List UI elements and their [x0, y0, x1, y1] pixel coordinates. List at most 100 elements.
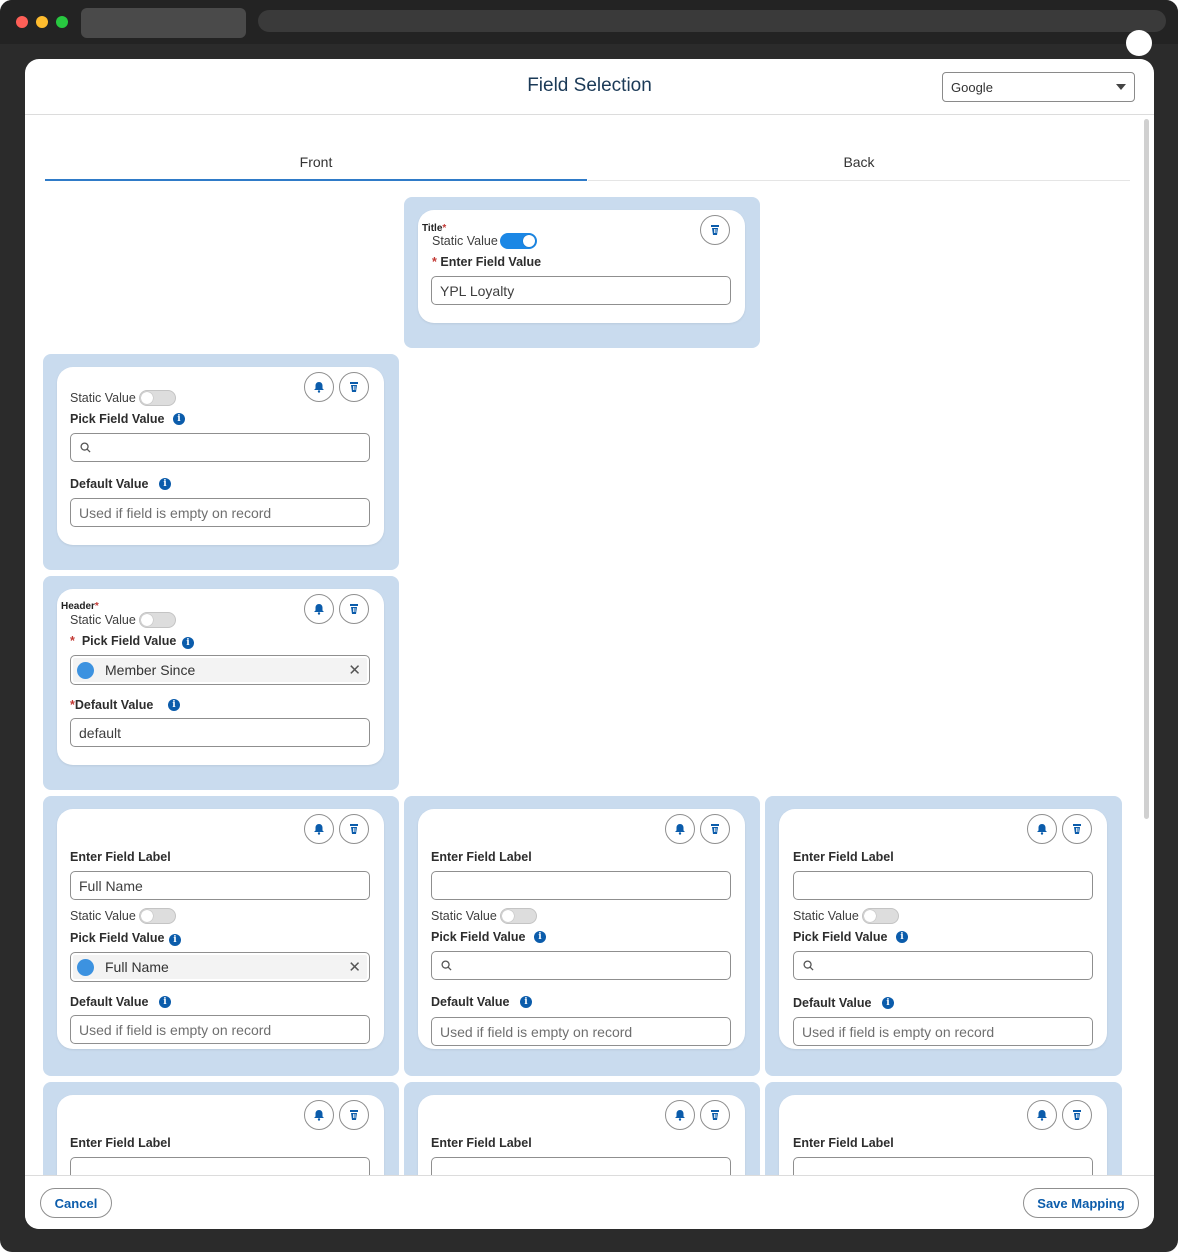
search-icon	[803, 960, 814, 971]
delete-button[interactable]	[700, 814, 730, 844]
static-value-toggle[interactable]	[139, 390, 176, 406]
static-value-toggle[interactable]	[139, 612, 176, 628]
field-block: Enter Field Label Static Value Pick Fiel…	[765, 796, 1122, 1076]
picked-field-pill[interactable]: Full Name ✕	[70, 952, 370, 982]
platform-select[interactable]: Google	[942, 72, 1135, 102]
pick-field-search-input[interactable]	[70, 433, 370, 462]
info-icon[interactable]: i	[182, 637, 194, 649]
chevron-down-icon	[1116, 84, 1126, 90]
field-label-input[interactable]: Full Name	[70, 871, 370, 900]
delete-button[interactable]	[339, 594, 369, 624]
field-card: Static Value Pick Field Value i Default …	[57, 367, 384, 545]
tab-front[interactable]: Front	[45, 149, 587, 181]
cancel-button[interactable]: Cancel	[40, 1188, 112, 1218]
delete-button[interactable]	[700, 1100, 730, 1130]
static-value-toggle[interactable]	[139, 908, 176, 924]
bell-icon	[314, 604, 324, 615]
field-label-input[interactable]	[793, 871, 1093, 900]
save-mapping-button[interactable]: Save Mapping	[1023, 1188, 1139, 1218]
search-icon	[441, 960, 452, 971]
trash-icon	[711, 824, 719, 834]
field-label-input[interactable]	[431, 871, 731, 900]
default-value-input[interactable]: Used if field is empty on record	[70, 1015, 370, 1044]
notify-button[interactable]	[304, 814, 334, 844]
trash-icon	[711, 1110, 719, 1120]
info-icon[interactable]: i	[168, 699, 180, 711]
notify-button[interactable]	[665, 1100, 695, 1130]
bell-icon	[675, 824, 685, 835]
pick-field-search-input[interactable]	[431, 951, 731, 980]
delete-button[interactable]	[339, 372, 369, 402]
close-icon[interactable]: ✕	[348, 661, 361, 679]
modal-header: Field Selection Google	[25, 59, 1154, 115]
info-icon[interactable]: i	[173, 413, 185, 425]
default-value-label: Default Value	[431, 995, 510, 1009]
field-label-label: Enter Field Label	[793, 1136, 894, 1150]
static-value-toggle[interactable]	[500, 233, 537, 249]
scrollbar-thumb[interactable]	[1144, 119, 1149, 819]
pick-field-value-label: Pick Field Value	[431, 930, 526, 944]
bell-icon	[1037, 1110, 1047, 1121]
trash-icon	[350, 382, 358, 392]
info-icon[interactable]: i	[520, 996, 532, 1008]
picked-field-pill[interactable]: Member Since ✕	[70, 655, 370, 685]
search-icon	[80, 442, 91, 453]
notify-button[interactable]	[304, 372, 334, 402]
bell-icon	[1037, 824, 1047, 835]
default-value-label: Default Value	[793, 996, 872, 1010]
browser-tab[interactable]	[81, 8, 246, 38]
notify-button[interactable]	[665, 814, 695, 844]
notify-button[interactable]	[1027, 1100, 1057, 1130]
picked-field-name: Member Since	[105, 662, 196, 678]
app-window: Field Selection Google Front Back Title*…	[0, 0, 1178, 1252]
tab-back[interactable]: Back	[588, 149, 1130, 181]
info-icon[interactable]: i	[882, 997, 894, 1009]
window-maximize-button[interactable]	[56, 16, 68, 28]
default-value-input[interactable]: Used if field is empty on record	[431, 1017, 731, 1046]
trash-icon	[350, 1110, 358, 1120]
info-icon[interactable]: i	[169, 934, 181, 946]
pick-field-search-input[interactable]	[793, 951, 1093, 980]
delete-button[interactable]	[1062, 814, 1092, 844]
header-field-card: Header* Static Value * Pick Field Value …	[57, 589, 384, 765]
field-label-label: Enter Field Label	[793, 850, 894, 864]
delete-button[interactable]	[339, 814, 369, 844]
window-close-button[interactable]	[16, 16, 28, 28]
delete-button[interactable]	[339, 1100, 369, 1130]
bell-icon	[314, 382, 324, 393]
title-field-card: Title* Static Value * Enter Field Value …	[418, 210, 745, 323]
bell-icon	[314, 1110, 324, 1121]
info-icon[interactable]: i	[534, 931, 546, 943]
delete-button[interactable]	[700, 215, 730, 245]
address-bar[interactable]	[258, 10, 1166, 32]
window-minimize-button[interactable]	[36, 16, 48, 28]
modal-close-button[interactable]	[1126, 30, 1152, 56]
static-value-toggle[interactable]	[862, 908, 899, 924]
notify-button[interactable]	[304, 1100, 334, 1130]
static-value-label: Static Value	[70, 909, 136, 923]
delete-button[interactable]	[1062, 1100, 1092, 1130]
notify-button[interactable]	[1027, 814, 1057, 844]
field-block: Enter Field Label Full Name Static Value…	[43, 796, 399, 1076]
static-value-label: Static Value	[432, 234, 498, 248]
static-value-toggle[interactable]	[500, 908, 537, 924]
info-icon[interactable]: i	[896, 931, 908, 943]
info-icon[interactable]: i	[159, 996, 171, 1008]
default-value-input[interactable]: default	[70, 718, 370, 747]
pick-field-value-label: Pick Field Value	[793, 930, 888, 944]
default-value-input[interactable]: Used if field is empty on record	[70, 498, 370, 527]
trash-icon	[1073, 1110, 1081, 1120]
platform-select-value: Google	[951, 80, 993, 95]
field-selection-modal: Field Selection Google Front Back Title*…	[25, 59, 1154, 1229]
field-card: Enter Field Label Static Value Pick Fiel…	[779, 809, 1107, 1049]
static-value-label: Static Value	[431, 909, 497, 923]
info-icon[interactable]: i	[159, 478, 171, 490]
field-value-input[interactable]: YPL Loyalty	[431, 276, 731, 305]
pick-field-value-label: Pick Field Value	[70, 931, 165, 945]
close-icon[interactable]: ✕	[348, 958, 361, 976]
section-label: Title*	[422, 223, 447, 234]
notify-button[interactable]	[304, 594, 334, 624]
default-value-input[interactable]: Used if field is empty on record	[793, 1017, 1093, 1046]
field-label-label: Enter Field Label	[70, 1136, 171, 1150]
picked-field-name: Full Name	[105, 959, 169, 975]
